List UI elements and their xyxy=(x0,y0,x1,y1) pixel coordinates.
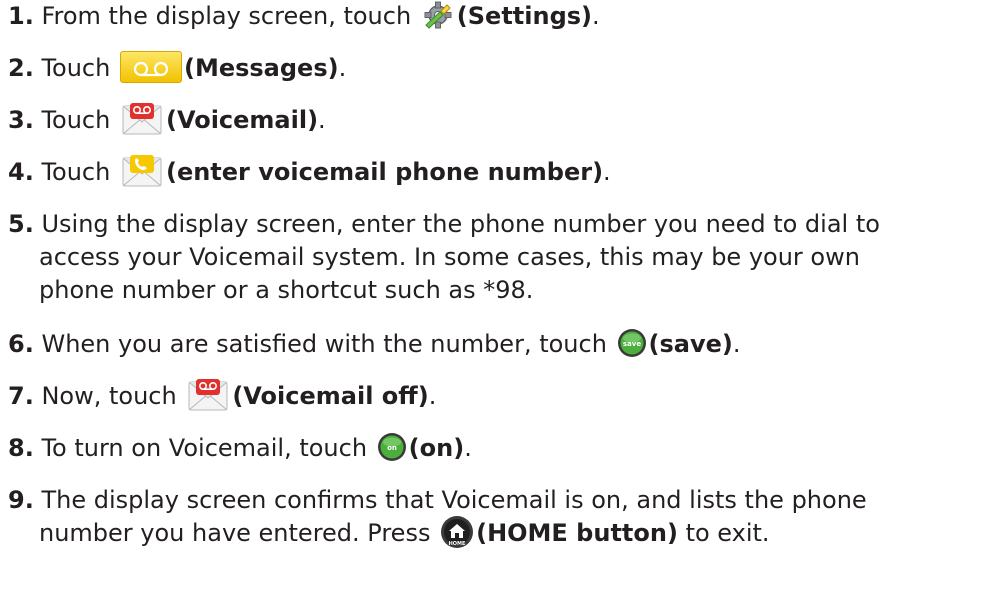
settings-wrench-icon xyxy=(421,0,455,30)
save-button-icon: save xyxy=(617,328,647,358)
voicemail-envelope-icon xyxy=(186,378,230,412)
step-6: 6. When you are satisfied with the numbe… xyxy=(8,328,741,358)
enter-number-label: (enter voicemail phone number) xyxy=(165,158,604,186)
step-text: The display screen confirms that Voicema… xyxy=(33,486,867,514)
home-button-icon: HOME xyxy=(440,515,474,549)
step-text: Touch xyxy=(33,158,118,186)
save-label: (save) xyxy=(648,330,733,358)
voicemail-label: (Voicemail) xyxy=(165,106,319,134)
messages-label: (Messages) xyxy=(183,54,339,82)
step-2: 2. Touch (Messages). xyxy=(8,51,974,85)
step-number: 4. xyxy=(8,158,34,186)
step-text-continued: number you have entered. Press HOME (HOM… xyxy=(8,515,974,551)
step-number: 8. xyxy=(8,434,34,462)
step-text: Touch xyxy=(33,106,118,134)
step-text: Touch xyxy=(33,54,118,82)
messages-voicemail-tape-icon xyxy=(119,51,182,83)
step-text: access your Voicemail system. In some ca… xyxy=(39,243,860,271)
step-text: From the display screen, touch xyxy=(33,2,419,30)
svg-text:on: on xyxy=(387,444,397,452)
svg-text:save: save xyxy=(622,340,640,348)
voicemail-phone-envelope-icon xyxy=(120,154,164,188)
step-number: 2. xyxy=(8,54,34,82)
step-1: 1. From the display screen, touch (Setti… xyxy=(8,0,600,30)
voicemail-off-label: (Voicemail off) xyxy=(232,382,429,410)
svg-text:HOME: HOME xyxy=(449,541,466,547)
settings-label: (Settings) xyxy=(456,2,593,30)
step-text: Now, touch xyxy=(33,382,185,410)
voicemail-envelope-icon xyxy=(120,102,164,136)
step-5: 5. Using the display screen, enter the p… xyxy=(8,208,974,307)
step-number: 3. xyxy=(8,106,34,134)
step-number: 9. xyxy=(8,486,34,514)
step-text: To turn on Voicemail, touch xyxy=(33,434,375,462)
step-7: 7. Now, touch (Voicemail off). xyxy=(8,378,974,414)
step-number: 6. xyxy=(8,330,34,358)
step-text: When you are satisfied with the number, … xyxy=(33,330,615,358)
step-number: 1. xyxy=(8,2,34,30)
step-9: 9. The display screen confirms that Voic… xyxy=(8,484,974,551)
step-8: 8. To turn on Voicemail, touch on (on). xyxy=(8,432,472,462)
on-button-icon: on xyxy=(377,432,407,462)
step-3: 3. Touch (Voicemail). xyxy=(8,102,974,138)
step-text: Using the display screen, enter the phon… xyxy=(33,210,880,238)
home-button-label: (HOME button) xyxy=(476,519,678,547)
step-number: 7. xyxy=(8,382,34,410)
on-label: (on) xyxy=(408,434,465,462)
step-text: phone number or a shortcut such as *98. xyxy=(39,276,534,304)
step-4: 4. Touch (enter voicemail phone number). xyxy=(8,154,974,190)
step-number: 5. xyxy=(8,210,34,238)
